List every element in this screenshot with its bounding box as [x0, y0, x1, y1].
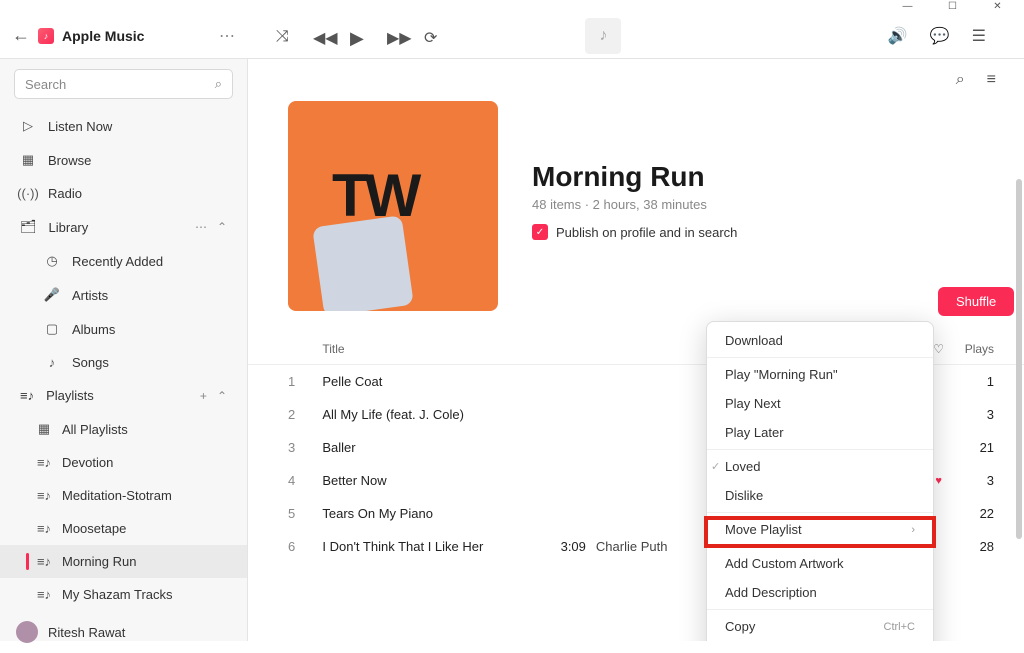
top-bar: ← ♪ Apple Music ⋯ ⤨ ◀◀ ▶ ▶▶ ⟳ ♪ 🔊 💬 ☰ [0, 13, 1024, 59]
sidebar: Search ⌕ ▷Listen Now ▦Browse ((·))Radio … [0, 59, 248, 641]
grid-icon: ▦ [20, 152, 36, 168]
sidebar-item-recently-added[interactable]: ◷Recently Added [0, 244, 247, 278]
library-icon: 🗂 [20, 219, 37, 235]
sidebar-item-songs[interactable]: ♪Songs [0, 346, 247, 379]
ctx-loved[interactable]: Loved [707, 449, 933, 481]
playlist-subtitle: 48 items · 2 hours, 38 minutes [532, 197, 737, 212]
play-icon[interactable]: ▶ [350, 28, 365, 43]
ctx-move-playlist[interactable]: Move Playlist› [707, 512, 933, 544]
playlist-artwork[interactable] [288, 101, 498, 311]
ctx-play-next[interactable]: Play Next [707, 389, 933, 418]
window-titlebar: — ☐ ✕ [0, 0, 1024, 13]
previous-icon[interactable]: ◀◀ [313, 28, 328, 43]
queue-icon[interactable]: ☰ [972, 26, 986, 46]
sidebar-item-moosetape[interactable]: ≡♪Moosetape [0, 512, 247, 545]
lyrics-icon[interactable]: 💬 [930, 26, 950, 46]
sidebar-item-browse[interactable]: ▦Browse [0, 143, 247, 177]
next-icon[interactable]: ▶▶ [387, 28, 402, 43]
user-name: Ritesh Rawat [48, 625, 125, 640]
radio-icon: ((·)) [20, 186, 36, 201]
sidebar-section-library[interactable]: 🗂Library⋯⌃ [0, 210, 247, 244]
playlist-icon: ≡♪ [36, 554, 52, 569]
sidebar-section-playlists[interactable]: ≡♪Playlists+⌃ [0, 379, 247, 412]
playlist-title: Morning Run [532, 161, 737, 193]
main-content: ⌕ ≡ Morning Run 48 items · 2 hours, 38 m… [248, 59, 1024, 641]
chevron-up-icon[interactable]: ⌃ [217, 220, 227, 234]
ctx-play-later[interactable]: Play Later [707, 418, 933, 447]
sidebar-item-meditation[interactable]: ≡♪Meditation-Stotram [0, 479, 247, 512]
col-plays[interactable]: Plays [950, 342, 994, 356]
playlist-icon: ≡♪ [36, 488, 52, 503]
playlist-icon: ≡♪ [36, 455, 52, 470]
ctx-copy[interactable]: CopyCtrl+C [707, 609, 933, 641]
repeat-icon[interactable]: ⟳ [424, 28, 439, 43]
playlist-icon: ≡♪ [36, 587, 52, 602]
sidebar-item-morning-run[interactable]: ≡♪Morning Run [0, 545, 247, 578]
album-icon: ▢ [44, 321, 60, 337]
sidebar-item-shazam[interactable]: ≡♪My Shazam Tracks [0, 578, 247, 611]
close-window-button[interactable]: ✕ [975, 0, 1020, 13]
shuffle-button[interactable]: Shuffle [938, 287, 1014, 316]
ctx-add-description[interactable]: Add Description [707, 578, 933, 607]
ctx-play[interactable]: Play "Morning Run" [707, 357, 933, 389]
ctx-dislike[interactable]: Dislike [707, 481, 933, 510]
sidebar-item-albums[interactable]: ▢Albums [0, 312, 247, 346]
checkbox-checked-icon: ✓ [532, 224, 548, 240]
sidebar-item-all-playlists[interactable]: ▦All Playlists [0, 412, 247, 446]
sidebar-more-icon[interactable]: ⋯ [219, 26, 236, 46]
add-icon[interactable]: + [200, 389, 207, 403]
playlists-icon: ≡♪ [20, 388, 34, 403]
note-icon: ♪ [44, 355, 60, 370]
now-playing-artwork: ♪ [585, 18, 621, 54]
apple-music-logo-icon: ♪ [38, 28, 54, 44]
playlist-icon: ≡♪ [36, 521, 52, 536]
main-search-icon[interactable]: ⌕ [956, 71, 965, 89]
minimize-button[interactable]: — [885, 0, 930, 13]
publish-toggle[interactable]: ✓ Publish on profile and in search [532, 224, 737, 240]
avatar [16, 621, 38, 643]
chevron-right-icon: › [911, 524, 915, 536]
mic-icon: 🎤 [44, 287, 60, 303]
chevron-up-icon[interactable]: ⌃ [217, 389, 227, 403]
ctx-add-artwork[interactable]: Add Custom Artwork [707, 546, 933, 578]
sidebar-item-devotion[interactable]: ≡♪Devotion [0, 446, 247, 479]
filter-icon[interactable]: ≡ [987, 71, 996, 89]
clock-icon: ◷ [44, 253, 60, 269]
sidebar-item-radio[interactable]: ((·))Radio [0, 177, 247, 210]
scrollbar[interactable] [1016, 179, 1022, 539]
volume-icon[interactable]: 🔊 [888, 26, 908, 46]
sidebar-item-listen-now[interactable]: ▷Listen Now [0, 109, 247, 143]
user-profile[interactable]: Ritesh Rawat [0, 611, 247, 653]
grid-small-icon: ▦ [36, 421, 52, 437]
back-button[interactable]: ← [12, 25, 30, 46]
maximize-button[interactable]: ☐ [930, 0, 975, 13]
more-icon[interactable]: ⋯ [195, 220, 207, 234]
play-circle-icon: ▷ [20, 118, 36, 134]
sidebar-item-artists[interactable]: 🎤Artists [0, 278, 247, 312]
search-icon: ⌕ [215, 76, 222, 92]
context-menu: Download Play "Morning Run" Play Next Pl… [706, 321, 934, 641]
ctx-download[interactable]: Download [707, 326, 933, 355]
search-placeholder: Search [25, 77, 66, 92]
col-title[interactable]: Title [322, 342, 532, 356]
shuffle-icon[interactable]: ⤨ [276, 28, 291, 43]
search-input[interactable]: Search ⌕ [14, 69, 233, 99]
app-title: Apple Music [62, 28, 144, 44]
